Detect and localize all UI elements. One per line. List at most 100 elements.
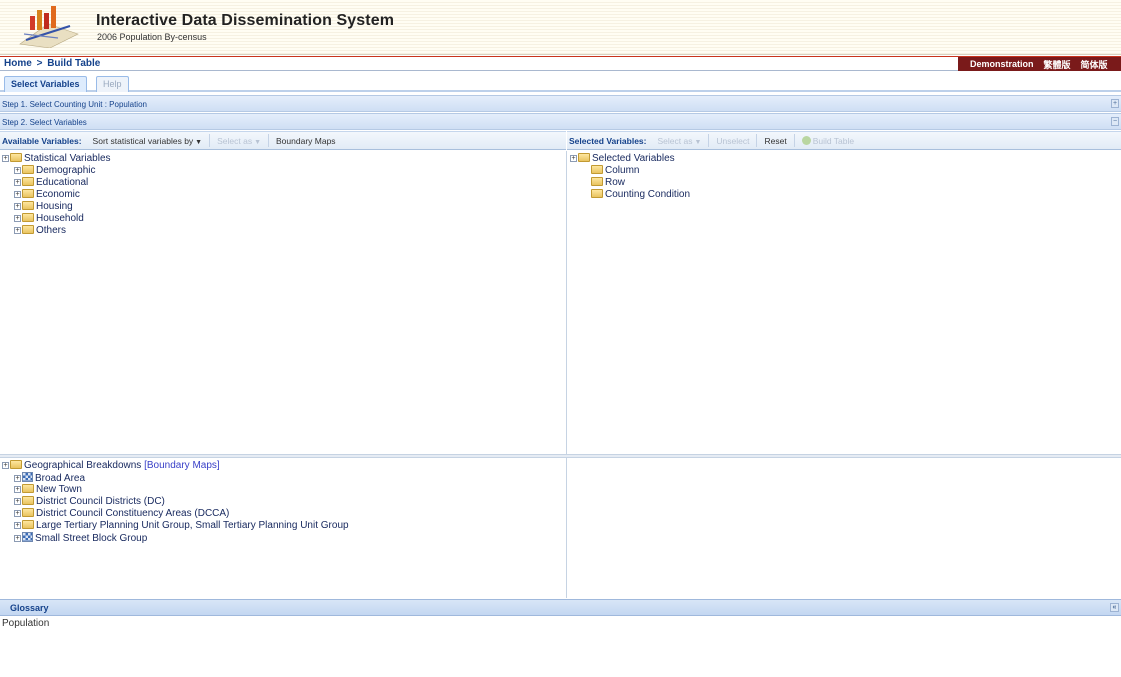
- expand-node-icon[interactable]: +: [14, 179, 21, 186]
- app-title: Interactive Data Dissemination System: [96, 12, 395, 29]
- tree-node-new-town[interactable]: + New Town: [2, 484, 349, 496]
- expand-node-icon[interactable]: +: [14, 167, 21, 174]
- tab-select-variables[interactable]: Select Variables: [4, 76, 87, 92]
- tree-node-counting-condition[interactable]: Counting Condition: [570, 189, 690, 201]
- toolbar-separator: [793, 134, 795, 147]
- folder-open-icon: [578, 153, 590, 162]
- folder-open-icon: [10, 153, 22, 162]
- tree-root-statistical[interactable]: + Statistical Variables: [2, 153, 111, 165]
- expand-node-icon[interactable]: +: [2, 155, 9, 162]
- toolbar-separator: [708, 134, 710, 147]
- tree-node-educational[interactable]: + Educational: [2, 177, 111, 189]
- expand-node-icon[interactable]: +: [570, 155, 577, 162]
- step2-label: Step 2. Select Variables: [2, 118, 87, 127]
- folder-icon: [591, 189, 603, 198]
- available-variables-toolbar: Available Variables: Sort statistical va…: [0, 131, 566, 150]
- expand-node-icon[interactable]: +: [14, 475, 21, 482]
- folder-icon: [22, 213, 34, 222]
- folder-icon: [22, 177, 34, 186]
- step1-bar[interactable]: Step 1. Select Counting Unit : Populatio…: [0, 95, 1121, 112]
- expand-node-icon[interactable]: +: [14, 227, 21, 234]
- tree-node-household[interactable]: + Household: [2, 213, 111, 225]
- toolbar-separator: [756, 134, 758, 147]
- breadcrumb-bar: Home > Build Table Demonstration 繁體版 简体版: [0, 56, 1121, 71]
- top-right-links: Demonstration 繁體版 简体版: [958, 57, 1121, 71]
- tree-node-broad-area[interactable]: + Broad Area: [2, 472, 349, 484]
- grid-map-icon: [22, 472, 33, 482]
- tree-node-housing[interactable]: + Housing: [2, 201, 111, 213]
- collapse-glossary-icon[interactable]: «: [1110, 603, 1119, 612]
- app-subtitle: 2006 Population By-census: [97, 32, 207, 42]
- header-banner: Interactive Data Dissemination System 20…: [0, 0, 1121, 55]
- selected-select-as-button[interactable]: Select as ▼: [658, 136, 702, 146]
- expand-node-icon[interactable]: +: [14, 510, 21, 517]
- tree-node-column[interactable]: Column: [570, 165, 690, 177]
- tab-strip: Select Variables Help: [0, 72, 1121, 92]
- tree-node-tpu-group[interactable]: + Large Tertiary Planning Unit Group, Sma…: [2, 520, 349, 532]
- geographical-selected-panel: [567, 458, 1121, 598]
- dropdown-arrow-icon: ▼: [254, 138, 262, 146]
- folder-open-icon: [10, 460, 22, 469]
- tree-node-demographic[interactable]: + Demographic: [2, 165, 111, 177]
- expand-node-icon[interactable]: +: [14, 486, 21, 493]
- sort-variables-button[interactable]: Sort statistical variables by ▼: [93, 136, 203, 146]
- folder-icon: [22, 520, 34, 529]
- reset-button[interactable]: Reset: [764, 136, 786, 146]
- expand-node-icon[interactable]: +: [14, 191, 21, 198]
- selected-variables-title: Selected Variables:: [569, 135, 647, 146]
- expand-node-icon[interactable]: +: [14, 203, 21, 210]
- expand-node-icon[interactable]: +: [14, 215, 21, 222]
- folder-icon: [22, 484, 34, 493]
- glossary-text: Population: [2, 618, 50, 629]
- build-table-button[interactable]: Build Table: [801, 135, 854, 146]
- grid-map-icon: [22, 532, 33, 542]
- breadcrumb: Home > Build Table: [4, 58, 100, 69]
- step2-bar[interactable]: Step 2. Select Variables −: [0, 113, 1121, 130]
- expand-node-icon[interactable]: +: [14, 522, 21, 529]
- unselect-button[interactable]: Unselect: [716, 136, 749, 146]
- toolbar-separator: [209, 134, 211, 147]
- logo-icon: [19, 6, 79, 48]
- tree-node-dc[interactable]: + District Council Districts (DC): [2, 496, 349, 508]
- expand-node-icon[interactable]: +: [14, 498, 21, 505]
- folder-icon: [22, 225, 34, 234]
- folder-icon: [591, 177, 603, 186]
- folder-icon: [22, 508, 34, 517]
- tree-root-selected[interactable]: + Selected Variables: [570, 153, 690, 165]
- demonstration-link[interactable]: Demonstration: [970, 59, 1034, 69]
- folder-icon: [22, 201, 34, 210]
- available-variables-title: Available Variables:: [2, 135, 82, 146]
- traditional-chinese-link[interactable]: 繁體版: [1044, 58, 1071, 71]
- glossary-title: Glossary: [10, 603, 49, 613]
- folder-icon: [22, 165, 34, 174]
- tree-node-dcca[interactable]: + District Council Constituency Areas (DC…: [2, 508, 349, 520]
- dropdown-arrow-icon: ▼: [694, 138, 702, 146]
- expand-node-icon[interactable]: +: [2, 462, 9, 469]
- tab-help[interactable]: Help: [96, 76, 129, 92]
- toolbar-separator: [268, 134, 270, 147]
- collapse-icon[interactable]: −: [1111, 117, 1119, 126]
- selected-variables-toolbar: Selected Variables: Select as ▼ Unselect …: [567, 131, 1121, 150]
- expand-node-icon[interactable]: +: [14, 535, 21, 542]
- tree-node-row[interactable]: Row: [570, 177, 690, 189]
- expand-icon[interactable]: +: [1111, 99, 1119, 108]
- tree-node-economic[interactable]: + Economic: [2, 189, 111, 201]
- check-icon: [801, 135, 811, 145]
- statistical-variables-tree: + Statistical Variables + Demographic + Edu…: [2, 153, 111, 237]
- breadcrumb-separator: >: [36, 58, 43, 69]
- boundary-maps-link[interactable]: [Boundary Maps]: [144, 460, 220, 471]
- tree-node-others[interactable]: + Others: [2, 225, 111, 237]
- step1-label: Step 1. Select Counting Unit : Populatio…: [2, 100, 147, 109]
- folder-icon: [591, 165, 603, 174]
- glossary-header[interactable]: Glossary «: [0, 599, 1121, 616]
- breadcrumb-current: Build Table: [47, 58, 101, 69]
- geographical-tree: + Geographical Breakdowns [Boundary Maps]…: [2, 460, 349, 544]
- simplified-chinese-link[interactable]: 简体版: [1081, 58, 1108, 71]
- selected-variables-tree: + Selected Variables Column Row Counting …: [570, 153, 690, 201]
- breadcrumb-home-link[interactable]: Home: [4, 58, 32, 69]
- folder-icon: [22, 189, 34, 198]
- select-as-button[interactable]: Select as ▼: [217, 136, 261, 146]
- tree-root-geographical[interactable]: + Geographical Breakdowns [Boundary Maps]: [2, 460, 349, 472]
- boundary-maps-button[interactable]: Boundary Maps: [276, 136, 336, 146]
- tree-node-ssb-group[interactable]: + Small Street Block Group: [2, 532, 349, 544]
